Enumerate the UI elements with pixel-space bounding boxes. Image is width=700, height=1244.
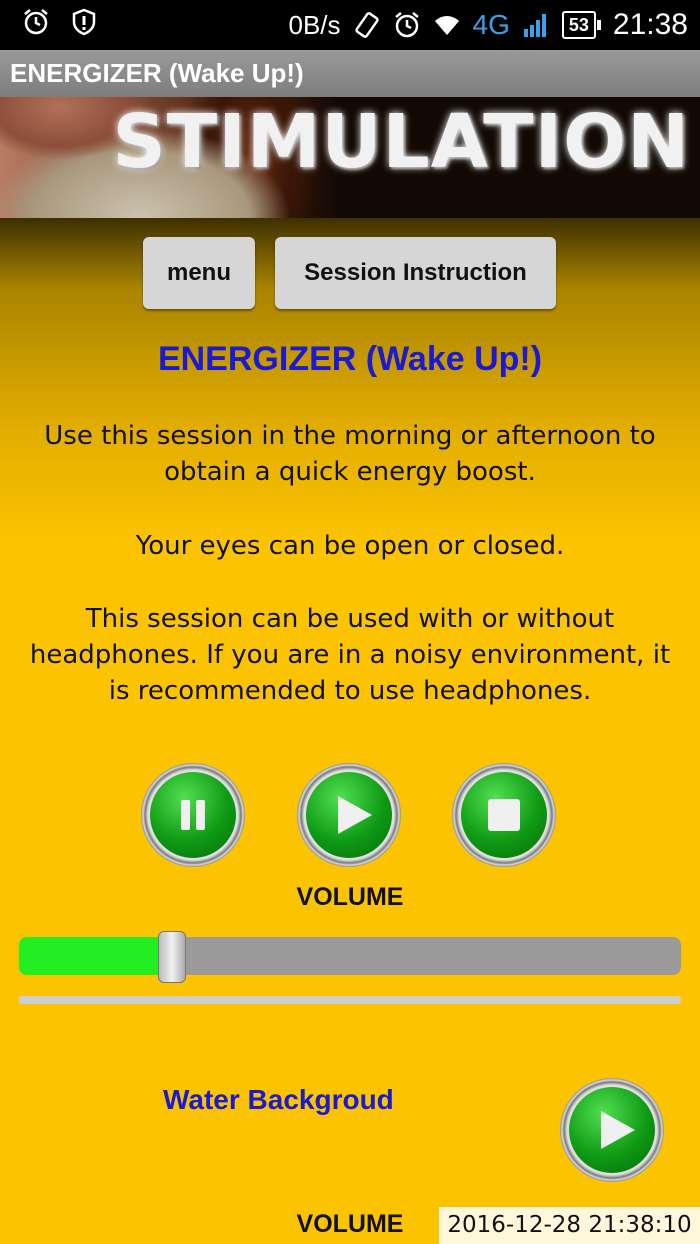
status-clock: 21:38	[612, 8, 688, 41]
rotate-icon	[354, 12, 379, 38]
session-title: ENERGIZER (Wake Up!)	[157, 340, 543, 378]
net-speed: 0B/s	[288, 9, 341, 40]
background-track-label: Water Backgroud	[163, 1084, 394, 1115]
progress-track	[19, 996, 681, 1004]
signal-icon	[523, 14, 546, 37]
app-title: ENERGIZER (Wake Up!)	[10, 58, 304, 88]
network-type: 4G	[472, 9, 510, 40]
app-title-bar: ENERGIZER (Wake Up!)	[0, 50, 700, 97]
stop-button[interactable]	[452, 763, 556, 867]
battery-icon: 53	[561, 11, 601, 39]
volume-slider-thumb[interactable]	[158, 931, 186, 983]
session-instruction-button[interactable]: Session Instruction	[275, 237, 556, 309]
alarm-icon	[24, 9, 48, 35]
play-button[interactable]	[297, 763, 401, 867]
volume-slider-fill	[19, 937, 172, 975]
timestamp-overlay: 2016-12-28 21:38:10	[439, 1207, 700, 1244]
banner-title: STIMULATION	[112, 99, 690, 185]
play-icon	[338, 796, 372, 834]
main-content: menu Session Instruction ENERGIZER (Wake…	[0, 218, 700, 1244]
volume-slider[interactable]	[19, 931, 681, 983]
banner-image: STIMULATION	[0, 97, 700, 218]
stop-icon	[488, 799, 520, 831]
session-description-2: Your eyes can be open or closed.	[135, 531, 565, 561]
session-description-1: Use this session in the morning or after…	[44, 421, 656, 487]
play-icon	[601, 1111, 635, 1149]
session-description-3: This session can be used with or without…	[29, 604, 671, 706]
menu-button[interactable]: menu	[143, 237, 255, 309]
battery-level: 53	[561, 11, 596, 39]
pause-button[interactable]	[141, 763, 245, 867]
alert-icon	[72, 8, 96, 36]
wifi-icon	[434, 16, 459, 35]
volume-label: VOLUME	[296, 883, 404, 911]
alarm-icon	[394, 12, 419, 38]
status-bar: 0B/s 4G 53 21:38	[0, 0, 700, 50]
background-play-button[interactable]	[560, 1078, 664, 1182]
